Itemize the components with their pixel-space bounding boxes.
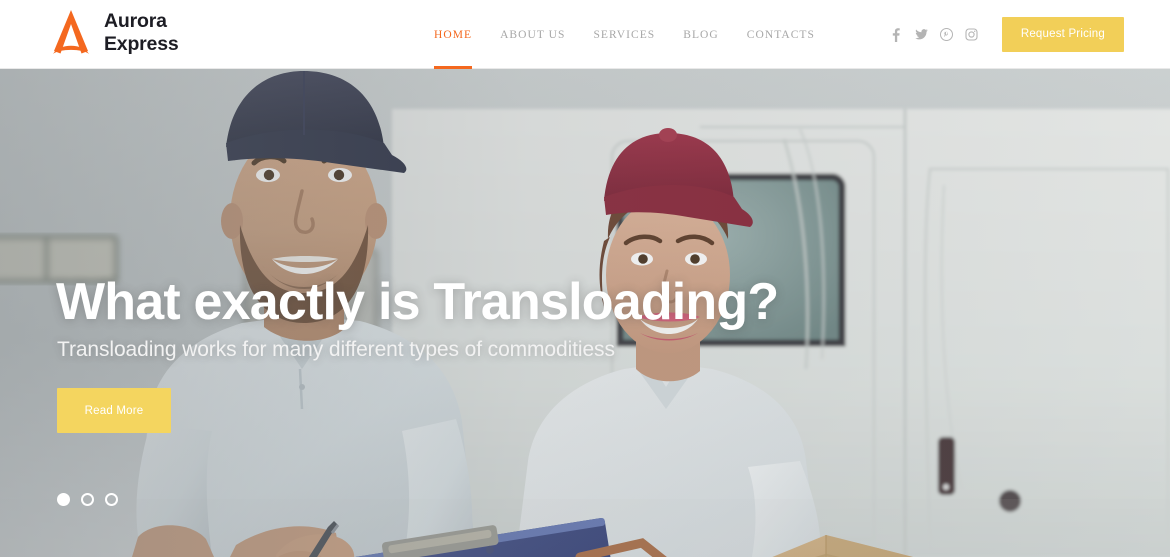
slider-dot-1[interactable]	[57, 493, 70, 506]
nav-item-about-us[interactable]: ABOUT US	[486, 0, 579, 69]
read-more-button[interactable]: Read More	[57, 388, 171, 433]
nav-item-blog[interactable]: BLOG	[669, 0, 733, 69]
slider-dot-2[interactable]	[81, 493, 94, 506]
hero-title: What exactly is Transloading?	[56, 273, 779, 331]
brand-line-1: Aurora	[104, 10, 167, 33]
instagram-icon[interactable]	[963, 25, 980, 45]
slider-dot-3[interactable]	[105, 493, 118, 506]
slider-dots	[57, 493, 118, 506]
hero-subtitle: Transloading works for many different ty…	[57, 338, 615, 361]
landing-page: Aurora Express HOME ABOUT US SERVICES BL…	[0, 0, 1170, 557]
request-pricing-button[interactable]: Request Pricing	[1001, 16, 1124, 53]
brand-logo[interactable]: Aurora Express	[48, 7, 179, 59]
aurora-arch-a-logo-icon	[53, 10, 89, 54]
brand-name: Aurora Express	[104, 10, 179, 55]
facebook-icon[interactable]	[888, 25, 905, 45]
main-navigation: HOME ABOUT US SERVICES BLOG CONTACTS	[434, 0, 829, 69]
pinterest-icon[interactable]	[938, 25, 955, 45]
nav-item-contacts[interactable]: CONTACTS	[733, 0, 829, 69]
hero-content: What exactly is Transloading? Transloadi…	[0, 69, 1170, 557]
header-actions: Request Pricing	[884, 0, 1124, 69]
twitter-icon[interactable]	[913, 25, 930, 45]
nav-item-services[interactable]: SERVICES	[579, 0, 669, 69]
hero-slider: What exactly is Transloading? Transloadi…	[0, 69, 1170, 557]
site-header: Aurora Express HOME ABOUT US SERVICES BL…	[0, 0, 1170, 69]
brand-line-2: Express	[104, 33, 179, 55]
nav-item-home[interactable]: HOME	[434, 0, 486, 69]
social-links	[884, 25, 984, 45]
